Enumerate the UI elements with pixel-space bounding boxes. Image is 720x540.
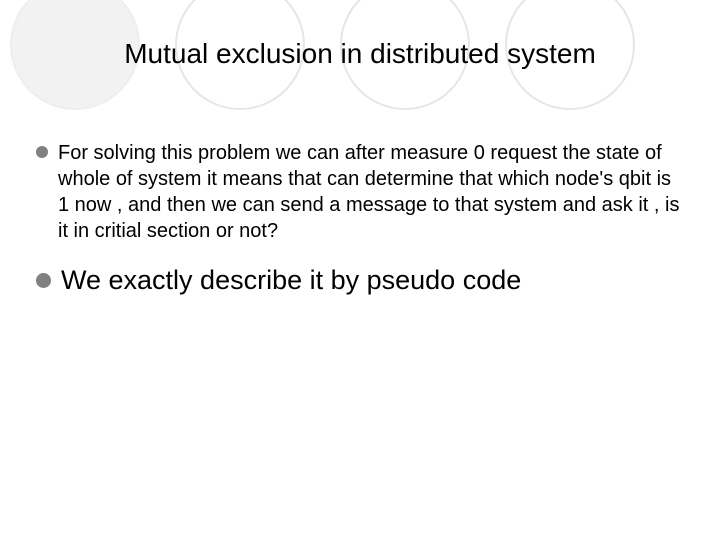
bullet-icon [36,146,48,158]
background-decorations [0,0,720,140]
slide-title: Mutual exclusion in distributed system [0,38,720,70]
bullet-text: For solving this problem we can after me… [58,140,680,244]
bullet-text: We exactly describe it by pseudo code [61,264,521,298]
bullet-item: We exactly describe it by pseudo code [36,264,680,298]
slide-content: For solving this problem we can after me… [36,140,680,318]
slide: Mutual exclusion in distributed system F… [0,0,720,540]
bullet-icon [36,273,51,288]
bullet-item: For solving this problem we can after me… [36,140,680,244]
